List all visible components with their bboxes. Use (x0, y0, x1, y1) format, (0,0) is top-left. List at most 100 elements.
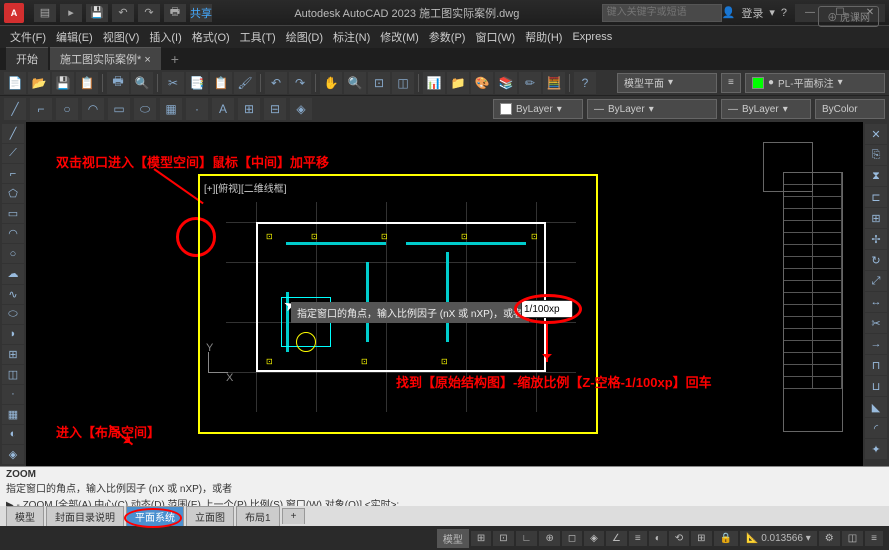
explode-icon[interactable]: ✦ (865, 439, 887, 459)
pline-tool-icon[interactable]: ⌐ (2, 164, 24, 183)
user-icon[interactable]: 👤 (722, 6, 736, 19)
stretch-icon[interactable]: ↔ (865, 292, 887, 312)
ellipse-icon[interactable]: ⬭ (134, 98, 156, 120)
region-icon[interactable]: ◈ (290, 98, 312, 120)
status-otrack-icon[interactable]: ∠ (606, 531, 627, 546)
gradient-tool-icon[interactable]: ◐ (2, 425, 24, 444)
qat-share-label[interactable]: 共享 (190, 4, 212, 22)
qat-menu-icon[interactable]: ▤ (34, 4, 56, 22)
tab-start[interactable]: 开始 (6, 47, 48, 70)
color-dropdown[interactable]: ByLayer ▾ (493, 99, 583, 119)
dcenter-icon[interactable]: 📁 (447, 72, 469, 94)
zoom-win-icon[interactable]: ◫ (392, 72, 414, 94)
status-workspace-icon[interactable]: ⚙ (819, 531, 840, 546)
status-clean-icon[interactable]: ◫ (842, 531, 863, 546)
point-tool-icon[interactable]: · (2, 385, 24, 404)
hatch-tool-icon[interactable]: ▦ (2, 405, 24, 424)
trim-icon[interactable]: ✂ (865, 313, 887, 333)
rect-tool-icon[interactable]: ▭ (2, 204, 24, 223)
pline-icon[interactable]: ⌐ (30, 98, 52, 120)
dropdown-icon[interactable]: ▾ (769, 6, 775, 19)
fillet-icon[interactable]: ◜ (865, 418, 887, 438)
menu-format[interactable]: 格式(O) (188, 27, 234, 47)
status-custom-icon[interactable]: ≡ (865, 531, 883, 546)
ellarc-tool-icon[interactable]: ◗ (2, 325, 24, 344)
help-icon[interactable]: ? (781, 7, 787, 19)
qat-plot-icon[interactable]: 🖶 (164, 4, 186, 22)
markup-icon[interactable]: ✏ (519, 72, 541, 94)
offset-icon[interactable]: ⊏ (865, 187, 887, 207)
layer-tool-icon[interactable]: ≡ (721, 73, 741, 93)
spline-tool-icon[interactable]: ∿ (2, 285, 24, 304)
layer-state-dropdown[interactable]: 模型平面 ▾ (617, 73, 717, 93)
menu-param[interactable]: 参数(P) (425, 27, 470, 47)
layout-cover[interactable]: 封面目录说明 (46, 506, 124, 526)
circle-tool-icon[interactable]: ○ (2, 244, 24, 263)
ellipse-tool-icon[interactable]: ⬭ (2, 305, 24, 324)
layout-1[interactable]: 布局1 (236, 506, 280, 526)
chamfer-icon[interactable]: ◣ (865, 397, 887, 417)
qat-save-icon[interactable]: 💾 (86, 4, 108, 22)
move-icon[interactable]: ✢ (865, 229, 887, 249)
tab-close-icon[interactable]: × (144, 54, 150, 66)
qat-undo-icon[interactable]: ↶ (112, 4, 134, 22)
menu-window[interactable]: 窗口(W) (471, 27, 519, 47)
status-transparency-icon[interactable]: ◐ (649, 531, 667, 546)
tab-add[interactable]: + (163, 48, 187, 70)
arc-tool-icon[interactable]: ◠ (2, 224, 24, 243)
menu-edit[interactable]: 编辑(E) (52, 27, 97, 47)
open-icon[interactable]: 📂 (28, 72, 50, 94)
block-icon[interactable]: ⊞ (238, 98, 260, 120)
status-lwt-icon[interactable]: ≡ (629, 531, 647, 546)
menu-file[interactable]: 文件(F) (6, 27, 50, 47)
plot-icon[interactable]: 🖶 (107, 72, 129, 94)
calc-icon[interactable]: 🧮 (543, 72, 565, 94)
qat-open-icon[interactable]: ▸ (60, 4, 82, 22)
linetype-dropdown[interactable]: — ByLayer ▾ (587, 99, 717, 119)
drawing-canvas[interactable]: 双击视口进入【模型空间】鼠标【中间】加平移 [+][俯视][二维线框] (26, 122, 863, 466)
preview-icon[interactable]: 🔍 (131, 72, 153, 94)
help-search-input[interactable] (602, 4, 722, 22)
point-icon[interactable]: · (186, 98, 208, 120)
help2-icon[interactable]: ? (574, 72, 596, 94)
layout-add[interactable]: + (282, 508, 306, 524)
view-cube[interactable] (743, 132, 843, 212)
zoom-icon[interactable]: 🔍 (344, 72, 366, 94)
extend-icon[interactable]: → (865, 334, 887, 354)
cut-icon[interactable]: ✂ (162, 72, 184, 94)
rotate-icon[interactable]: ↻ (865, 250, 887, 270)
save-icon[interactable]: 💾 (52, 72, 74, 94)
arc-icon[interactable]: ◠ (82, 98, 104, 120)
rect-icon[interactable]: ▭ (108, 98, 130, 120)
props-icon[interactable]: 📊 (423, 72, 445, 94)
saveas-icon[interactable]: 📋 (76, 72, 98, 94)
text-icon[interactable]: A (212, 98, 234, 120)
zoom-ext-icon[interactable]: ⊡ (368, 72, 390, 94)
polygon-tool-icon[interactable]: ⬠ (2, 184, 24, 203)
status-scale-lock-icon[interactable]: 🔒 (714, 531, 738, 546)
plotstyle-dropdown[interactable]: ByColor (815, 99, 885, 119)
command-line[interactable]: ZOOM 指定窗口的角点，输入比例因子 (nX 或 nXP)，或者 ▶ - ZO… (0, 466, 889, 506)
status-model[interactable]: 模型 (437, 529, 469, 548)
insert-tool-icon[interactable]: ⊞ (2, 345, 24, 364)
status-3dosnap-icon[interactable]: ◈ (584, 531, 604, 546)
status-osnap-icon[interactable]: ◻ (562, 531, 582, 546)
menu-dim[interactable]: 标注(N) (329, 27, 374, 47)
login-link[interactable]: 登录 (741, 5, 763, 21)
status-annoscale[interactable]: 📐 0.013566 ▾ (740, 531, 817, 546)
tab-document[interactable]: 施工图实际案例* × (50, 47, 161, 70)
menu-help[interactable]: 帮助(H) (521, 27, 566, 47)
menu-draw[interactable]: 绘图(D) (282, 27, 327, 47)
qat-redo-icon[interactable]: ↷ (138, 4, 160, 22)
status-snap-icon[interactable]: ⊡ (493, 531, 513, 546)
menu-insert[interactable]: 插入(I) (145, 27, 185, 47)
viewport-label[interactable]: [+][俯视][二维线框] (204, 180, 287, 195)
erase-icon[interactable]: ✕ (865, 124, 887, 144)
menu-view[interactable]: 视图(V) (99, 27, 144, 47)
sheet-icon[interactable]: 📚 (495, 72, 517, 94)
layout-elevation[interactable]: 立面图 (186, 506, 234, 526)
copy2-icon[interactable]: ⎘ (865, 145, 887, 165)
join-icon[interactable]: ⊔ (865, 376, 887, 396)
layout-model[interactable]: 模型 (6, 506, 44, 526)
table-icon[interactable]: ⊟ (264, 98, 286, 120)
